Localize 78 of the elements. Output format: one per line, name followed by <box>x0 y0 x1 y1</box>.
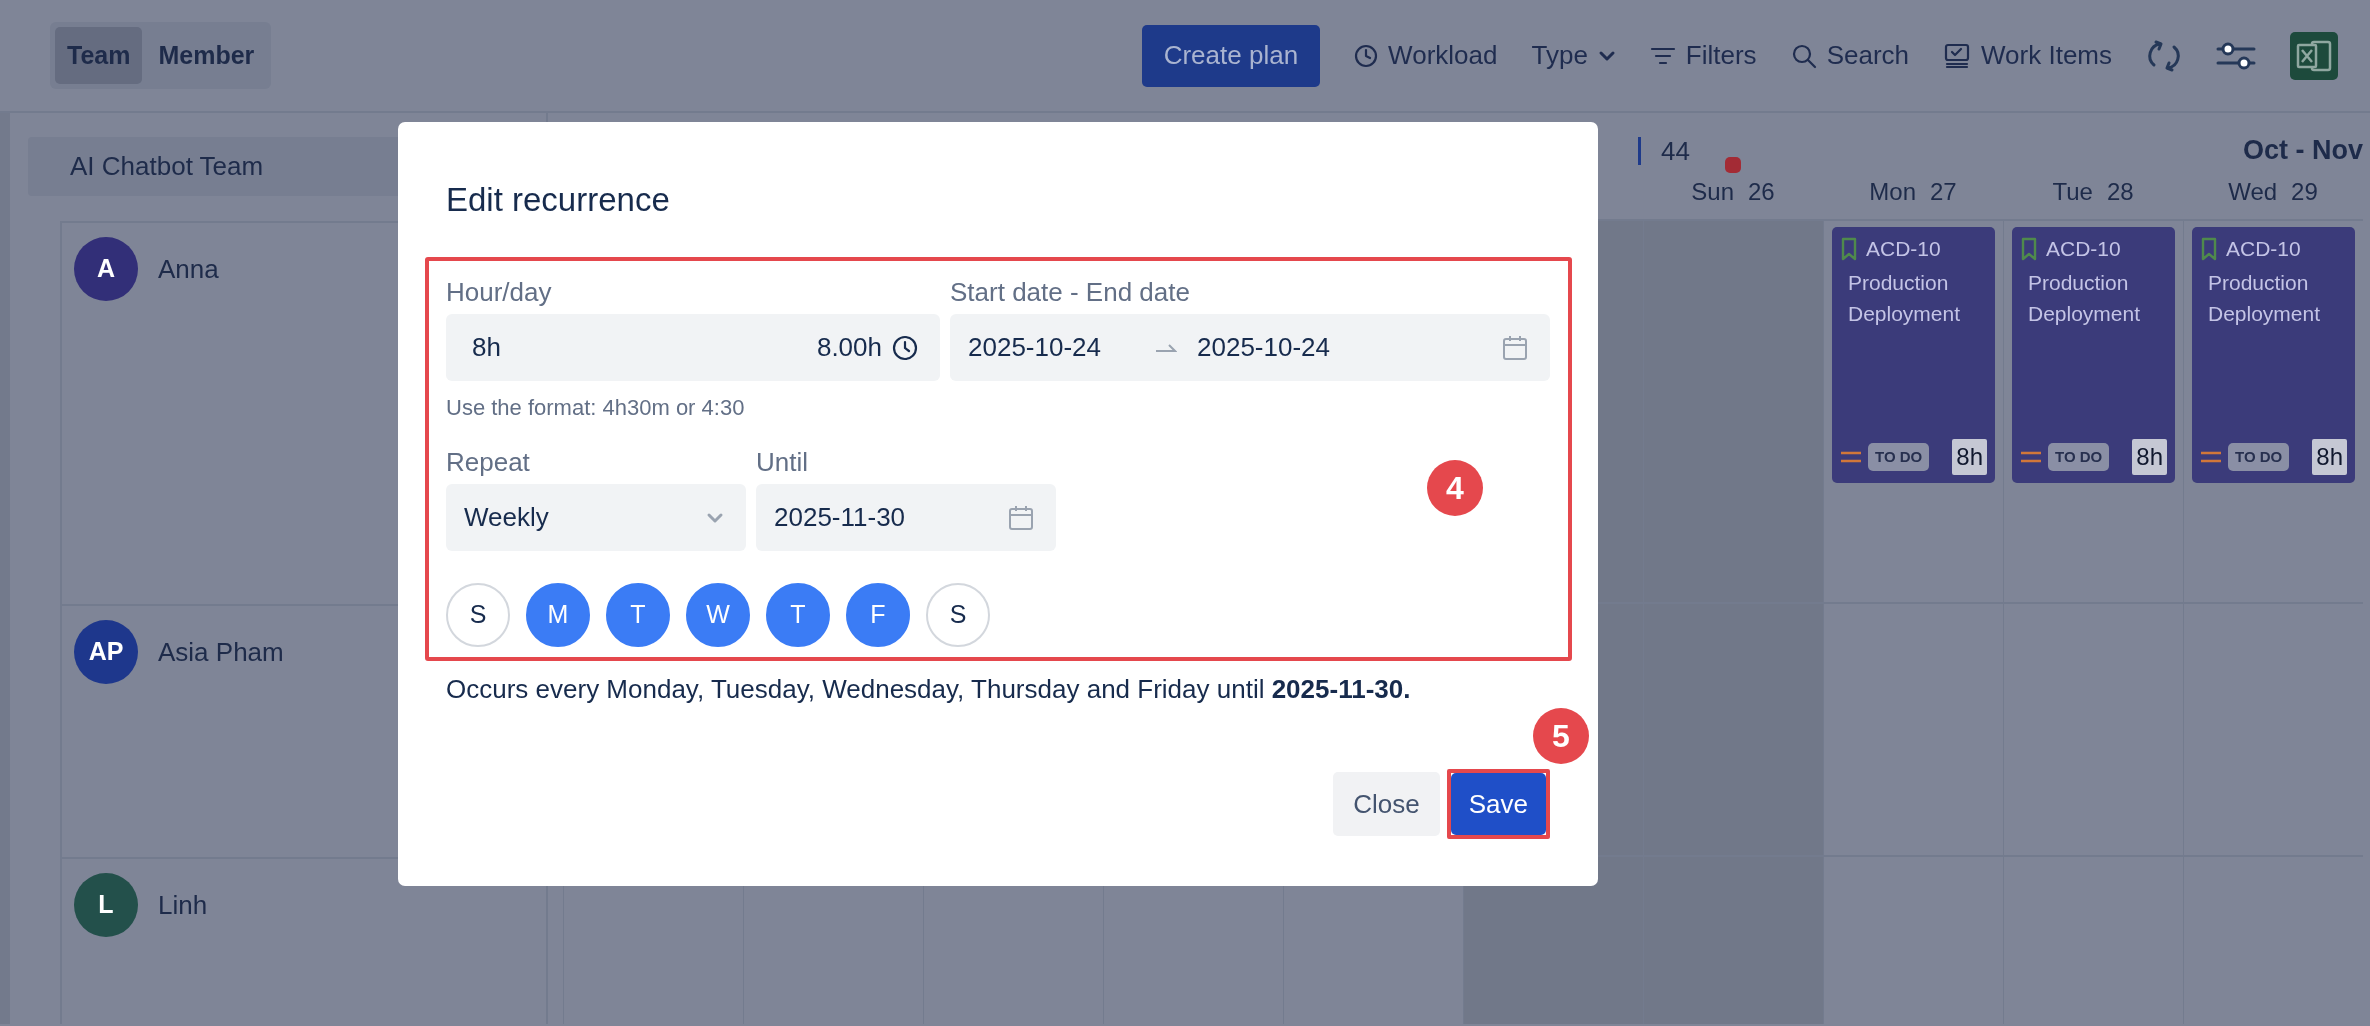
step-badge: 4 <box>1427 460 1483 516</box>
weekday-toggle[interactable]: W <box>686 583 750 647</box>
view-tab[interactable]: Team <box>55 26 143 85</box>
member-name: Anna <box>158 253 219 286</box>
bookmark-icon <box>2200 236 2218 261</box>
status-badge: TO DO <box>2048 442 2110 472</box>
create-plan-button[interactable]: Create plan <box>1141 24 1321 87</box>
weekday-toggle[interactable]: T <box>606 583 670 647</box>
weekday-toggle[interactable]: M <box>526 583 590 647</box>
search-icon <box>1790 42 1817 69</box>
toolbar-button[interactable]: Search <box>1790 36 1909 75</box>
status-badge: TO DO <box>1868 442 1930 472</box>
field-value: 8h <box>472 331 502 364</box>
priority-icon <box>2020 450 2042 464</box>
start-date: 2025-10-24 <box>968 331 1101 364</box>
hint-text: Use the format: 4h30m or 4:30 <box>446 394 746 422</box>
repeat-select[interactable]: Weekly <box>446 484 746 551</box>
task-key: ACD-10 <box>2226 233 2301 265</box>
weekday-toggle[interactable]: F <box>846 583 910 647</box>
day-label: Wed 29 <box>2228 177 2318 207</box>
avatar: AP <box>74 620 138 684</box>
task-title: Production Deployment <box>1847 269 1962 327</box>
toolbar-button[interactable]: Work Items <box>1943 36 2112 75</box>
field-label: Hour/day <box>446 276 553 309</box>
date-value: 2025-11-30 <box>774 501 906 534</box>
hours-label: 8h <box>2132 439 2167 475</box>
day-label: Sun 26 <box>1691 177 1775 207</box>
field-label: Start date - End date <box>950 276 1191 309</box>
task-card[interactable]: ACD-10 Production Deployment TO DO 8h <box>1832 227 1995 483</box>
task-key: ACD-10 <box>1866 233 1941 265</box>
toolbar-button[interactable]: Filters <box>1649 36 1757 75</box>
weekday-toggle[interactable]: S <box>446 583 510 647</box>
clock-icon <box>892 334 918 361</box>
field-label: Until <box>756 446 809 479</box>
weekday-toggle[interactable]: S <box>926 583 990 647</box>
task-key: ACD-10 <box>2046 233 2121 265</box>
avatar: A <box>74 237 138 301</box>
spreadsheet-icon[interactable] <box>2290 31 2338 80</box>
task-card[interactable]: ACD-10 Production Deployment TO DO 8h <box>2012 227 2175 483</box>
bookmark-icon <box>1840 236 1858 261</box>
save-button[interactable]: Save <box>1450 773 1546 835</box>
priority-icon <box>2200 450 2222 464</box>
task-title: Production Deployment <box>2027 269 2142 327</box>
member-name: Linh <box>158 889 208 922</box>
clock-icon <box>1354 43 1379 68</box>
month-range: Oct - Nov <box>2243 135 2363 165</box>
chevron-down-icon <box>1597 49 1616 62</box>
field-label: Repeat <box>446 446 531 479</box>
status-badge: TO DO <box>2228 442 2290 472</box>
toolbar-button[interactable]: Workload <box>1354 36 1498 75</box>
hours-label: 8h <box>1952 439 1987 475</box>
week-number: 44 <box>1638 137 1690 165</box>
task-card[interactable]: ACD-10 Production Deployment TO DO 8h <box>2192 227 2355 483</box>
avatar: L <box>74 873 138 937</box>
calendar-icon <box>1008 504 1034 531</box>
close-button[interactable]: Close <box>1333 772 1440 836</box>
member-name: Asia Pham <box>158 636 284 669</box>
hours-label: 8h <box>2312 439 2347 475</box>
until-date-field[interactable]: 2025-11-30 <box>756 484 1056 551</box>
day-label: Mon 27 <box>1869 177 1957 207</box>
hours-field[interactable]: 8h 8.00h <box>446 314 940 381</box>
monitor-icon <box>1943 42 1971 69</box>
step-badge: 5 <box>1533 708 1589 764</box>
bookmark-icon <box>2020 236 2038 261</box>
priority-icon <box>1840 450 1862 464</box>
view-tab[interactable]: Member <box>146 26 267 85</box>
summary-text: Occurs every Monday, Tuesday, Wednesday, Thursday and Friday until 2025-11-30. <box>446 673 1412 706</box>
chevron-down-icon <box>706 511 724 524</box>
select-value: Weekly <box>464 501 549 534</box>
day-label: Tue 28 <box>2052 177 2134 207</box>
calendar-icon <box>1502 334 1528 361</box>
weekday-toggle[interactable]: T <box>766 583 830 647</box>
toolbar-button[interactable]: Type <box>1531 36 1616 75</box>
task-title: Production Deployment <box>2207 269 2322 327</box>
hours-total: 8.00h <box>816 331 882 364</box>
sliders-icon[interactable] <box>2216 40 2256 71</box>
end-date: 2025-10-24 <box>1197 331 1330 364</box>
date-range-field[interactable]: 2025-10-24 2025-10-24 <box>950 314 1550 381</box>
